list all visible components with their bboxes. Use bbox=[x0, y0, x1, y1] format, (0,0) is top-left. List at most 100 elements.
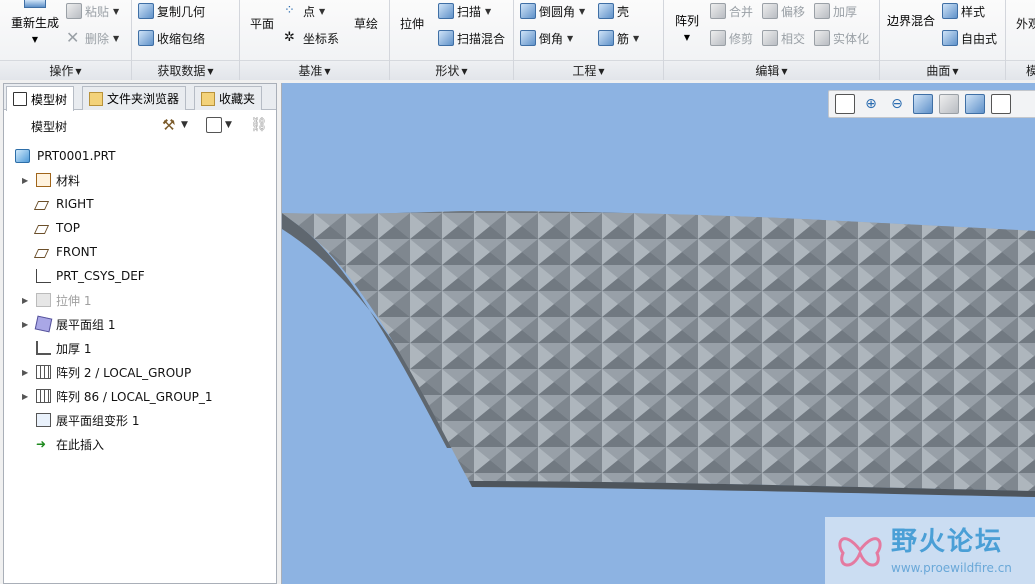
tree-item-label: RIGHT bbox=[56, 197, 94, 211]
sweep-icon bbox=[438, 3, 454, 19]
extrude-button[interactable]: 拉伸 bbox=[400, 12, 424, 34]
group-caption[interactable]: 曲面 ▼ bbox=[880, 60, 1005, 80]
boundary-blend-button[interactable]: 边界混合 bbox=[884, 12, 938, 29]
rib-button[interactable]: 筋 ▼ bbox=[598, 27, 639, 49]
style-icon bbox=[942, 3, 958, 19]
shrinkwrap-label: 收缩包络 bbox=[157, 31, 206, 46]
saved-views-icon[interactable] bbox=[965, 94, 985, 114]
expand-arrow-icon[interactable]: ▶ bbox=[22, 176, 28, 185]
csys-button[interactable]: ✲ 坐标系 bbox=[284, 27, 339, 49]
extrude-icon bbox=[36, 293, 51, 307]
group-caption[interactable]: 获取数据 ▼ bbox=[132, 60, 239, 80]
chamfer-button[interactable]: 倒角 ▼ bbox=[520, 27, 573, 49]
tree-item-6[interactable]: ▶ 拉伸 1 bbox=[4, 288, 276, 312]
filter-button[interactable]: ⛓ bbox=[250, 116, 269, 134]
group-caption[interactable]: 操作 ▼ bbox=[0, 60, 131, 80]
tree-item-4[interactable]: FRONT bbox=[4, 240, 276, 264]
expand-arrow-icon[interactable]: ▶ bbox=[22, 296, 28, 305]
graphics-viewport[interactable]: ⊕ ⊖ 野火论坛 www.proewildfire.cn bbox=[281, 83, 1035, 584]
group-caption[interactable]: 工程 ▼ bbox=[514, 60, 663, 80]
rib-label: 筋 bbox=[617, 31, 630, 46]
tab-model-tree[interactable]: 模型树 bbox=[6, 86, 75, 111]
tree-item-0[interactable]: PRT0001.PRT bbox=[4, 144, 276, 168]
freestyle-button[interactable]: 自由式 bbox=[942, 27, 997, 49]
group-caption[interactable]: 编辑 ▼ bbox=[664, 60, 879, 80]
tab-folder-browser[interactable]: 文件夹浏览器 bbox=[82, 86, 187, 110]
zoom-in-icon[interactable]: ⊕ bbox=[861, 94, 881, 114]
group-more: 外观 模 bbox=[1006, 0, 1035, 80]
tree-item-2[interactable]: RIGHT bbox=[4, 192, 276, 216]
tree-item-label: TOP bbox=[56, 221, 81, 235]
shrinkwrap-button[interactable]: 收缩包络 bbox=[138, 27, 205, 49]
copy-geometry-button[interactable]: 复制几何 bbox=[138, 0, 205, 22]
solidify-icon bbox=[814, 30, 830, 46]
pattern-label: 阵列 bbox=[674, 14, 699, 28]
zoom-out-icon[interactable]: ⊖ bbox=[887, 94, 907, 114]
thicken-button[interactable]: 加厚 bbox=[814, 0, 857, 22]
tree-item-label: 阵列 86 / LOCAL_GROUP_1 bbox=[56, 389, 213, 404]
style-label: 样式 bbox=[961, 4, 986, 19]
expand-arrow-icon[interactable]: ▶ bbox=[22, 392, 28, 401]
chevron-down-icon: ▼ bbox=[567, 33, 574, 43]
shell-button[interactable]: 壳 bbox=[598, 0, 629, 22]
group-caption[interactable]: 基准 ▼ bbox=[240, 60, 389, 80]
intersect-button[interactable]: 相交 bbox=[762, 27, 805, 49]
round-button[interactable]: 倒圆角 ▼ bbox=[520, 0, 585, 22]
group-engineering: 倒圆角 ▼ 倒角 ▼ 壳 筋 ▼ 工程 ▼ bbox=[514, 0, 664, 80]
sweep-button[interactable]: 扫描 ▼ bbox=[438, 0, 491, 22]
pattern-button[interactable]: 阵列 ▼ bbox=[670, 12, 704, 42]
tree-item-12[interactable]: ➜ 在此插入 bbox=[4, 432, 276, 456]
chevron-down-icon: ▼ bbox=[485, 6, 492, 16]
merge-button[interactable]: 合并 bbox=[710, 0, 753, 22]
style-button[interactable]: 样式 bbox=[942, 0, 985, 22]
tree-item-1[interactable]: ▶ 材料 bbox=[4, 168, 276, 192]
plane-label: 平面 bbox=[250, 16, 275, 31]
group-caption[interactable]: 模 bbox=[1006, 60, 1035, 80]
offset-button[interactable]: 偏移 bbox=[762, 0, 805, 22]
display-style-icon[interactable] bbox=[939, 94, 959, 114]
csys-label: 坐标系 bbox=[303, 31, 340, 46]
regenerate-button[interactable]: 重新生成 ▼ bbox=[6, 0, 64, 44]
point-label: 点 bbox=[303, 4, 316, 19]
plane-button[interactable]: 平面 bbox=[250, 12, 274, 34]
tree-item-label: 材料 bbox=[56, 173, 81, 188]
group-caption[interactable]: 形状 ▼ bbox=[390, 60, 513, 80]
freestyle-icon bbox=[942, 30, 958, 46]
refit-icon[interactable] bbox=[835, 94, 855, 114]
tree-item-10[interactable]: ▶ 阵列 86 / LOCAL_GROUP_1 bbox=[4, 384, 276, 408]
tab-favorites[interactable]: 收藏夹 bbox=[194, 86, 263, 110]
expand-arrow-icon[interactable]: ▶ bbox=[22, 320, 28, 329]
butterfly-logo-icon bbox=[838, 537, 882, 567]
tree-item-8[interactable]: 加厚 1 bbox=[4, 336, 276, 360]
view-manager-icon[interactable] bbox=[991, 94, 1011, 114]
tree-item-9[interactable]: ▶ 阵列 2 / LOCAL_GROUP bbox=[4, 360, 276, 384]
rib-icon bbox=[598, 30, 614, 46]
swept-blend-button[interactable]: 扫描混合 bbox=[438, 27, 505, 49]
paste-button[interactable]: 粘贴 ▼ bbox=[66, 0, 119, 22]
tree-item-11[interactable]: 展平面组变形 1 bbox=[4, 408, 276, 432]
expand-arrow-icon[interactable]: ▶ bbox=[22, 368, 28, 377]
merge-icon bbox=[710, 3, 726, 19]
pattern-icon bbox=[36, 389, 51, 403]
model-tree: PRT0001.PRT ▶ 材料 RIGHT TOP FRONT PRT_CSYS_DEF ▶… bbox=[4, 144, 276, 456]
solidify-button[interactable]: 实体化 bbox=[814, 27, 869, 49]
repaint-icon[interactable] bbox=[913, 94, 933, 114]
tree-item-label: PRT0001.PRT bbox=[37, 149, 116, 163]
tree-item-3[interactable]: TOP bbox=[4, 216, 276, 240]
tree-item-7[interactable]: ▶ 展平面组 1 bbox=[4, 312, 276, 336]
delete-button[interactable]: ✕ 删除 ▼ bbox=[66, 27, 119, 49]
shell-icon bbox=[598, 3, 614, 19]
watermark-title: 野火论坛 bbox=[891, 527, 1004, 557]
model-tree-header: 模型树 ⚒ ▼ ▼ ⛓ bbox=[4, 110, 276, 140]
settings-button[interactable]: ⚒ ▼ bbox=[162, 116, 188, 134]
trim-button[interactable]: 修剪 bbox=[710, 27, 753, 49]
tools-icon: ⚒ bbox=[162, 116, 176, 134]
sketch-button[interactable]: 草绘 bbox=[354, 12, 378, 34]
watermark: 野火论坛 www.proewildfire.cn bbox=[825, 517, 1035, 584]
tree-item-5[interactable]: PRT_CSYS_DEF bbox=[4, 264, 276, 288]
point-button[interactable]: ⁘ 点 ▼ bbox=[284, 0, 325, 22]
watermark-url: www.proewildfire.cn bbox=[891, 561, 1012, 575]
show-button[interactable]: ▼ bbox=[206, 116, 232, 134]
appearance-button[interactable]: 外观 bbox=[1016, 12, 1035, 34]
extrude-label: 拉伸 bbox=[400, 16, 425, 31]
